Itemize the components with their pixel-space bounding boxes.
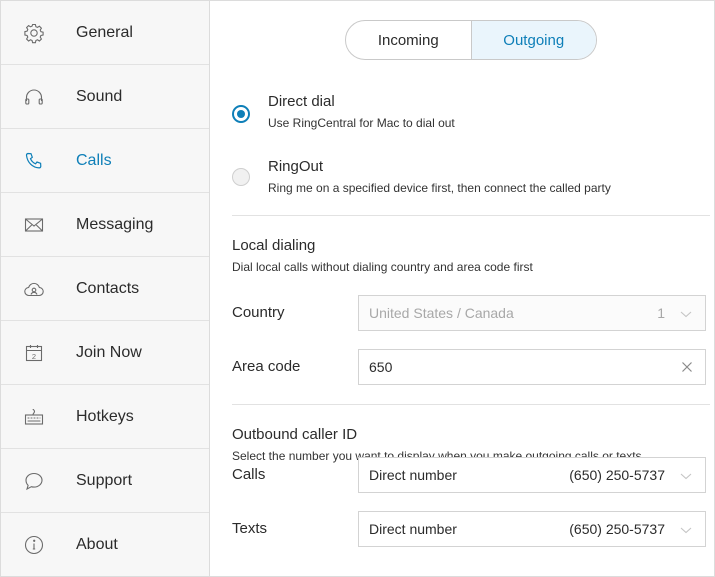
direction-segmented-control: Incoming Outgoing [345, 20, 597, 60]
country-select[interactable]: United States / Canada 1 [358, 295, 706, 331]
sidebar-item-label: About [76, 536, 118, 553]
chevron-down-icon [680, 311, 692, 318]
tab-incoming[interactable]: Incoming [346, 21, 472, 59]
divider [232, 404, 710, 405]
info-icon [23, 534, 45, 556]
texts-caller-id-label: Texts [232, 520, 268, 537]
sidebar-item-about[interactable]: About [1, 513, 209, 576]
caller-id-title: Outbound caller ID [232, 426, 358, 443]
chevron-down-icon [680, 527, 692, 534]
cloud-contacts-icon [23, 278, 45, 300]
calendar-icon: 2 [23, 342, 45, 364]
sidebar-item-messaging[interactable]: Messaging [1, 193, 209, 257]
texts-caller-id-select[interactable]: Direct number (650) 250-5737 [358, 511, 706, 547]
calls-caller-id-select[interactable]: Direct number (650) 250-5737 [358, 457, 706, 493]
divider [232, 215, 710, 216]
area-code-label: Area code [232, 358, 301, 375]
texts-caller-id-number: (650) 250-5737 [569, 521, 665, 537]
sidebar-item-label: Calls [76, 151, 112, 169]
calls-settings-panel: Incoming Outgoing Direct dial Use RingCe… [210, 1, 714, 576]
sidebar-item-join-now[interactable]: 2 Join Now [1, 321, 209, 385]
sidebar-item-label: Contacts [76, 279, 140, 297]
preferences-window: General Sound Calls Messaging Contacts 2… [0, 0, 715, 577]
calls-caller-id-label: Calls [232, 466, 266, 483]
country-code: 1 [657, 305, 665, 321]
country-value: United States / Canada [369, 305, 514, 321]
local-dialing-desc: Dial local calls without dialing country… [232, 260, 533, 274]
sidebar-item-general[interactable]: General [1, 1, 209, 65]
country-label: Country [232, 304, 285, 321]
sidebar-item-label: Join Now [76, 343, 142, 361]
direct-dial-radio[interactable] [232, 105, 250, 123]
area-code-field[interactable] [358, 349, 706, 385]
keyboard-icon [23, 406, 45, 428]
headphones-icon [23, 86, 45, 108]
chat-bubble-icon [23, 470, 45, 492]
envelope-icon [23, 214, 45, 236]
clear-icon[interactable] [679, 359, 695, 375]
sidebar-item-hotkeys[interactable]: Hotkeys [1, 385, 209, 449]
local-dialing-title: Local dialing [232, 237, 316, 254]
sidebar-item-contacts[interactable]: Contacts [1, 257, 209, 321]
gear-icon [23, 22, 45, 44]
sidebar-item-label: Support [76, 471, 133, 489]
ringout-desc: Ring me on a specified device first, the… [268, 181, 611, 195]
phone-icon [23, 150, 45, 172]
sidebar: General Sound Calls Messaging Contacts 2… [1, 1, 210, 576]
sidebar-item-label: Messaging [76, 215, 154, 233]
direct-dial-title: Direct dial [268, 93, 335, 110]
texts-caller-id-type: Direct number [369, 521, 457, 537]
sidebar-item-label: General [76, 23, 133, 41]
sidebar-item-label: Hotkeys [76, 407, 134, 425]
sidebar-item-calls[interactable]: Calls [1, 129, 209, 193]
ringout-radio[interactable] [232, 168, 250, 186]
calls-caller-id-type: Direct number [369, 467, 457, 483]
direct-dial-desc: Use RingCentral for Mac to dial out [268, 116, 455, 130]
calendar-day: 2 [32, 351, 36, 360]
sidebar-item-support[interactable]: Support [1, 449, 209, 513]
calls-caller-id-number: (650) 250-5737 [569, 467, 665, 483]
area-code-input[interactable] [369, 359, 649, 375]
tab-outgoing[interactable]: Outgoing [471, 21, 596, 59]
chevron-down-icon [680, 473, 692, 480]
sidebar-item-label: Sound [76, 87, 123, 105]
sidebar-item-sound[interactable]: Sound [1, 65, 209, 129]
ringout-title: RingOut [268, 158, 324, 175]
